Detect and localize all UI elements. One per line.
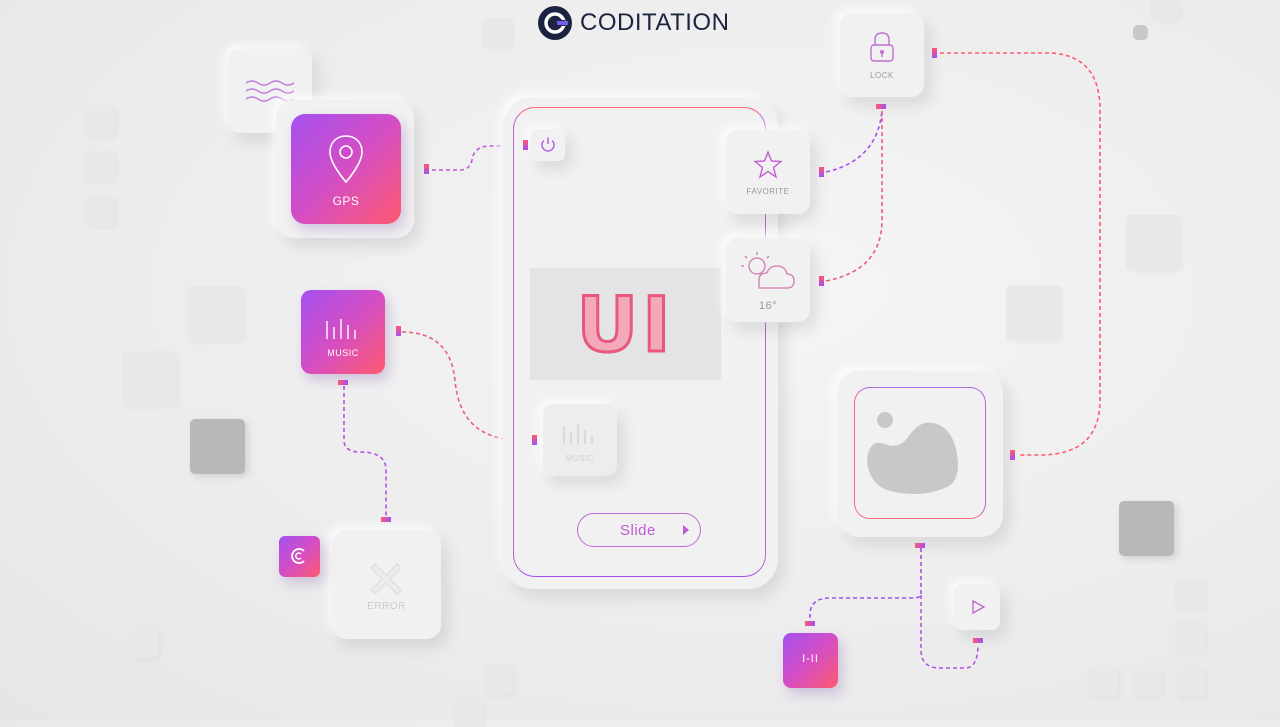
gps-label: GPS [332,194,360,208]
image-icon [867,412,958,494]
connector-port [424,164,429,174]
connector-port [1010,450,1015,460]
music-tile[interactable]: MUSIC [301,290,385,374]
connector-port [819,167,824,177]
slide-label: Slide [620,522,656,539]
play-button[interactable] [954,584,1000,630]
connector-port [932,48,937,58]
connector-port [819,276,824,286]
connector-port [973,638,983,643]
brand-name: CODITATION [580,9,730,36]
pause-tile[interactable]: I-II [783,633,838,688]
connector-port [876,104,886,109]
coditation-logo-icon [538,6,572,40]
music-label: MUSIC [327,348,359,358]
connector-port [532,435,537,445]
image-card[interactable] [837,371,1003,537]
weather-card[interactable]: 16° [726,238,810,322]
error-label: ERROR [367,601,406,612]
lock-card[interactable]: LOCK [840,13,924,97]
pause-label: I-II [802,653,819,665]
favorite-card[interactable]: FAVORITE [726,130,810,214]
c-logo-tile[interactable] [279,536,320,577]
connector-port [915,543,925,548]
play-icon [972,599,986,615]
star-icon [753,150,783,179]
gps-card[interactable]: GPS [276,100,414,238]
equalizer-icon [563,424,593,444]
phone-music-label: MUSIC [565,454,595,463]
phone-music-button[interactable]: MUSIC [543,404,617,476]
gps-tile: GPS [291,114,401,224]
padlock-icon [870,32,894,62]
lock-label: LOCK [870,71,894,80]
c-logo-icon [291,548,305,564]
sun-cloud-icon [741,252,795,289]
power-button[interactable] [531,129,565,161]
phone-headline: UI [575,278,675,370]
location-pin-icon [329,135,363,184]
favorite-label: FAVORITE [746,187,790,196]
equalizer-icon [326,319,356,339]
weather-temp: 16° [758,300,778,312]
x-icon [370,563,402,595]
power-icon [541,137,555,152]
phone-headline-box: UI [530,268,721,380]
connector-port [338,380,348,385]
connector-port [805,621,815,626]
error-card[interactable]: ERROR [332,530,441,639]
slide-button[interactable]: Slide [577,513,701,547]
slide-arrow-icon [683,525,689,535]
brand-header: CODITATION [537,5,729,41]
connector-port [523,140,528,150]
image-frame [854,387,986,519]
connector-port [381,517,391,522]
connector-port [396,326,401,336]
